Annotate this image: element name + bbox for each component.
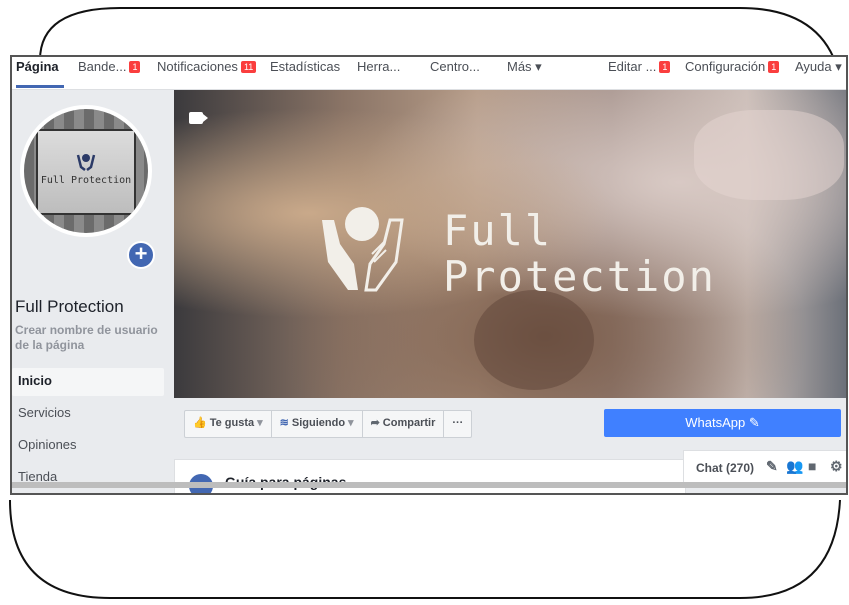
page-title[interactable]: Full Protection — [15, 297, 124, 317]
share-icon: ➦ — [370, 417, 380, 429]
chat-bar[interactable]: Chat (270) ✎ 👥 ■ ⚙ — [683, 450, 848, 486]
sidebar-item-opiniones[interactable]: Opiniones — [12, 432, 164, 460]
following-button[interactable]: ≋ Siguiendo ▾ — [272, 411, 363, 437]
following-label: Siguiendo — [291, 417, 346, 429]
tab-ayuda[interactable]: Ayuda ▾ — [795, 59, 842, 75]
whatsapp-button[interactable]: WhatsApp ✎ — [604, 409, 841, 437]
like-button[interactable]: 👍 Te gusta ▾ — [185, 411, 272, 437]
cover-blur — [694, 110, 844, 200]
cover-brand-line: Full — [443, 206, 553, 255]
more-button[interactable]: ··· — [444, 411, 471, 437]
caret-down-icon: ▾ — [257, 417, 263, 429]
video-camera-icon[interactable] — [189, 112, 208, 124]
active-tab-underline — [16, 85, 64, 88]
badge: 1 — [659, 61, 671, 73]
whatsapp-label: WhatsApp — [685, 415, 746, 430]
left-sidebar: Full Protection + Full Protection Crear … — [10, 90, 172, 495]
compose-icon[interactable]: ✎ — [766, 458, 778, 475]
tab-editar[interactable]: Editar ... 1 — [608, 59, 671, 74]
cover-brand-text: Full Protection — [443, 208, 716, 300]
tab-configuracion[interactable]: Configuración 1 — [685, 59, 780, 74]
action-button-group: 👍 Te gusta ▾ ≋ Siguiendo ▾ ➦ Compartir ··· — [184, 410, 473, 438]
hands-logo-icon — [76, 154, 96, 171]
video-call-icon[interactable]: ■ — [808, 458, 816, 474]
sidebar-item-inicio[interactable]: Inicio — [12, 368, 164, 396]
cover-photo[interactable]: Full Protection — [174, 90, 848, 398]
thumbs-up-icon: 👍 — [193, 417, 207, 429]
add-photo-plus-icon[interactable]: + — [127, 241, 155, 269]
like-label: Te gusta — [209, 417, 255, 429]
tab-centro[interactable]: Centro... — [430, 59, 480, 74]
badge: 1 — [129, 61, 141, 73]
tab-bandeja[interactable]: Bande... 1 — [78, 59, 141, 74]
people-icon[interactable]: 👥 — [786, 458, 803, 475]
caret-down-icon: ▾ — [348, 417, 354, 429]
share-button[interactable]: ➦ Compartir — [363, 411, 445, 437]
cover-brand-line: Protection — [443, 252, 716, 301]
cover-blur — [474, 290, 594, 390]
tab-herramientas[interactable]: Herra... — [357, 59, 400, 74]
create-username-link[interactable]: Crear nombre de usuario de la página — [15, 323, 165, 353]
gear-icon[interactable]: ⚙ — [830, 458, 843, 475]
pencil-icon: ✎ — [748, 415, 760, 430]
avatar-sign-text: Full Protection — [40, 175, 132, 186]
hands-logo-icon — [322, 207, 404, 292]
tab-notificaciones[interactable]: Notificaciones 11 — [157, 59, 257, 74]
sidebar-item-servicios[interactable]: Servicios — [12, 400, 164, 428]
horizontal-scrollbar[interactable] — [10, 482, 848, 488]
page-action-bar: 👍 Te gusta ▾ ≋ Siguiendo ▾ ➦ Compartir ··· Wh… — [174, 398, 848, 448]
tab-pagina[interactable]: Página — [16, 59, 59, 74]
tab-mas[interactable]: Más ▾ — [507, 59, 542, 75]
profile-picture[interactable]: Full Protection — [20, 105, 152, 237]
chat-label: Chat (270) — [696, 461, 755, 475]
avatar-sign: Full Protection — [36, 129, 136, 215]
share-label: Compartir — [382, 417, 436, 429]
facebook-page-screenshot: Página Bande... 1 Notificaciones 11 Estadí… — [10, 55, 848, 495]
badge: 1 — [768, 61, 780, 73]
rss-icon: ≋ — [279, 417, 289, 429]
tab-estadisticas[interactable]: Estadísticas — [270, 59, 340, 74]
page-top-nav: Página Bande... 1 Notificaciones 11 Estadí… — [10, 55, 848, 90]
badge: 11 — [240, 61, 257, 73]
page-guide-card: Guía para páginas — [174, 459, 686, 495]
